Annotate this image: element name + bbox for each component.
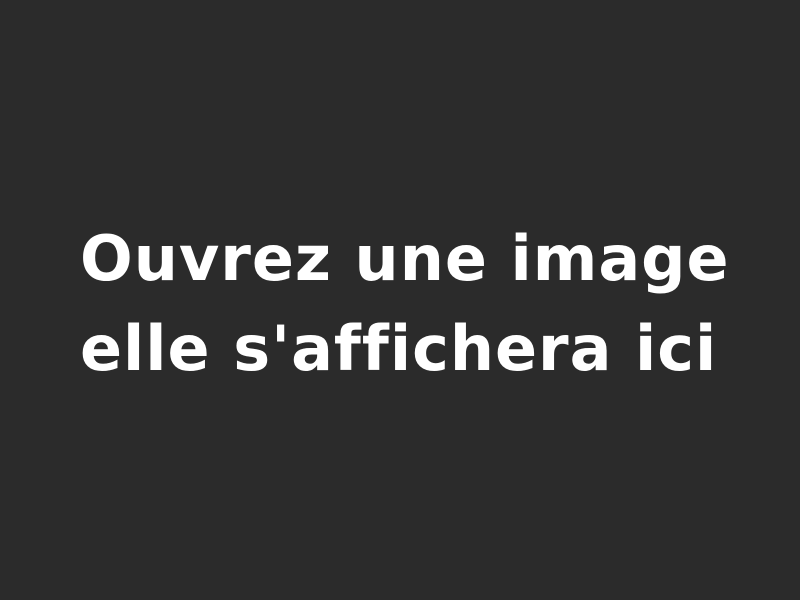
empty-state-message: Ouvrez une image elle s'affichera ici xyxy=(80,214,760,394)
image-viewer-area[interactable]: Ouvrez une image elle s'affichera ici xyxy=(0,0,800,600)
empty-state-line-1: Ouvrez une image xyxy=(80,222,730,295)
empty-state-line-2: elle s'affichera ici xyxy=(80,312,718,385)
